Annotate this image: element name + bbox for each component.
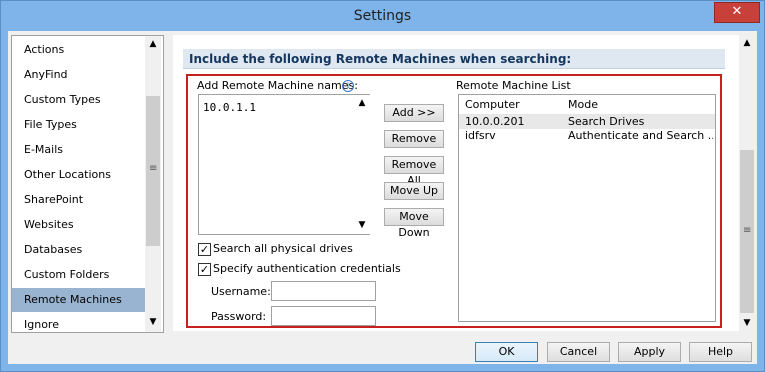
password-label: Password: <box>211 310 267 323</box>
mode-cell: Authenticate and Search ... <box>568 129 713 142</box>
sidebar-scroll-thumb[interactable]: ≡ <box>146 96 160 246</box>
password-input[interactable] <box>271 306 376 326</box>
mode-cell: Search Drives <box>568 115 645 128</box>
computer-cell: idfsrv <box>465 129 496 142</box>
sidebar-scrollbar[interactable]: ▲ ≡ ▼ <box>145 36 161 332</box>
scroll-up-icon[interactable]: ▲ <box>739 35 755 51</box>
sidebar-item-e-mails[interactable]: E-Mails <box>12 138 145 162</box>
remote-machines-group: Add Remote Machine names: i 10.0.1.1 ▲ ▼… <box>186 74 722 328</box>
section-header: Include the following Remote Machines wh… <box>183 49 725 69</box>
list-item[interactable]: 10.0.0.201 Search Drives <box>459 115 715 129</box>
settings-window: Settings ✕ Actions AnyFind Custom Types … <box>0 0 765 372</box>
username-input[interactable] <box>271 281 376 301</box>
move-up-button[interactable]: Move Up <box>384 182 444 200</box>
sidebar-item-anyfind[interactable]: AnyFind <box>12 63 145 87</box>
sidebar-item-other-locations[interactable]: Other Locations <box>12 163 145 187</box>
remote-name-line: 10.0.1.1 <box>203 101 256 114</box>
scroll-down-icon[interactable]: ▼ <box>739 315 755 331</box>
move-down-button[interactable]: Move Down <box>384 208 444 239</box>
sidebar-item-websites[interactable]: Websites <box>12 213 145 237</box>
dialog-client-area: Actions AnyFind Custom Types File Types … <box>8 31 757 364</box>
sidebar-item-databases[interactable]: Databases <box>12 238 145 262</box>
column-mode[interactable]: Mode <box>562 95 712 114</box>
close-icon: ✕ <box>731 4 743 19</box>
column-computer[interactable]: Computer <box>459 95 562 114</box>
grip-icon: ≡ <box>743 225 752 236</box>
remote-list-label: Remote Machine List <box>456 79 571 92</box>
username-label: Username: <box>211 285 271 298</box>
scroll-up-icon[interactable]: ▲ <box>354 95 370 111</box>
sidebar-item-sharepoint[interactable]: SharePoint <box>12 188 145 212</box>
specify-credentials-checkbox[interactable]: ✓ <box>198 263 211 276</box>
add-button[interactable]: Add >> <box>384 104 444 122</box>
panel-scrollbar[interactable]: ▲ ≡ ▼ <box>739 35 755 331</box>
sidebar-item-ignore[interactable]: Ignore <box>12 313 145 332</box>
cancel-button[interactable]: Cancel <box>547 342 610 362</box>
remote-names-textarea[interactable]: 10.0.1.1 ▲ ▼ <box>198 94 370 235</box>
category-list[interactable]: Actions AnyFind Custom Types File Types … <box>11 35 164 333</box>
remove-all-button[interactable]: Remove All <box>384 156 444 187</box>
remove-button[interactable]: Remove <box>384 130 444 148</box>
specify-credentials-label: Specify authentication credentials <box>213 262 401 275</box>
scroll-down-icon[interactable]: ▼ <box>354 217 370 233</box>
computer-cell: 10.0.0.201 <box>465 115 525 128</box>
search-all-drives-label: Search all physical drives <box>213 242 353 255</box>
title-bar: Settings ✕ <box>1 1 764 31</box>
sidebar-item-remote-machines[interactable]: Remote Machines <box>12 288 145 312</box>
sidebar-item-actions[interactable]: Actions <box>12 38 145 62</box>
help-button[interactable]: Help <box>689 342 752 362</box>
search-all-drives-checkbox[interactable]: ✓ <box>198 243 211 256</box>
textarea-scrollbar[interactable]: ▲ ▼ <box>354 95 370 234</box>
list-item[interactable]: idfsrv Authenticate and Search ... <box>459 129 715 143</box>
window-title: Settings <box>353 8 412 24</box>
sidebar-item-file-types[interactable]: File Types <box>12 113 145 137</box>
scroll-up-icon[interactable]: ▲ <box>145 36 161 52</box>
panel-scroll-thumb[interactable]: ≡ <box>740 150 754 313</box>
sidebar-item-custom-types[interactable]: Custom Types <box>12 88 145 112</box>
ok-button[interactable]: OK <box>475 342 538 362</box>
remote-machine-list[interactable]: Computer Mode 10.0.0.201 Search Drives i… <box>458 94 716 322</box>
scroll-down-icon[interactable]: ▼ <box>145 314 161 330</box>
grip-icon: ≡ <box>149 163 158 174</box>
list-header: Computer Mode <box>459 95 715 115</box>
sidebar-item-custom-folders[interactable]: Custom Folders <box>12 263 145 287</box>
add-names-label: Add Remote Machine names: <box>197 79 358 92</box>
remote-machines-panel: Include the following Remote Machines wh… <box>173 35 739 331</box>
apply-button[interactable]: Apply <box>618 342 681 362</box>
info-icon[interactable]: i <box>342 80 354 92</box>
close-button[interactable]: ✕ <box>714 2 760 23</box>
